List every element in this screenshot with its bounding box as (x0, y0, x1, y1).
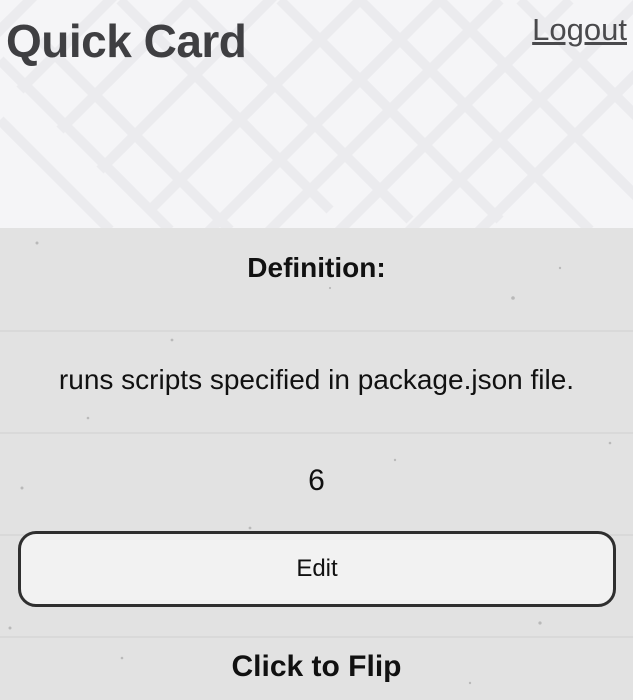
card-count: 6 (308, 464, 325, 497)
flashcard[interactable]: Definition: runs scripts specified in pa… (0, 228, 633, 700)
card-definition-text: runs scripts specified in package.json f… (58, 364, 575, 395)
app-title: Quick Card (6, 15, 247, 67)
app-header: Quick Card Logout (0, 0, 633, 228)
logout-link[interactable]: Logout (532, 12, 627, 48)
flip-card-button[interactable]: Click to Flip (0, 650, 633, 684)
edit-button[interactable]: Edit (18, 531, 616, 607)
card-heading: Definition: (247, 252, 386, 283)
